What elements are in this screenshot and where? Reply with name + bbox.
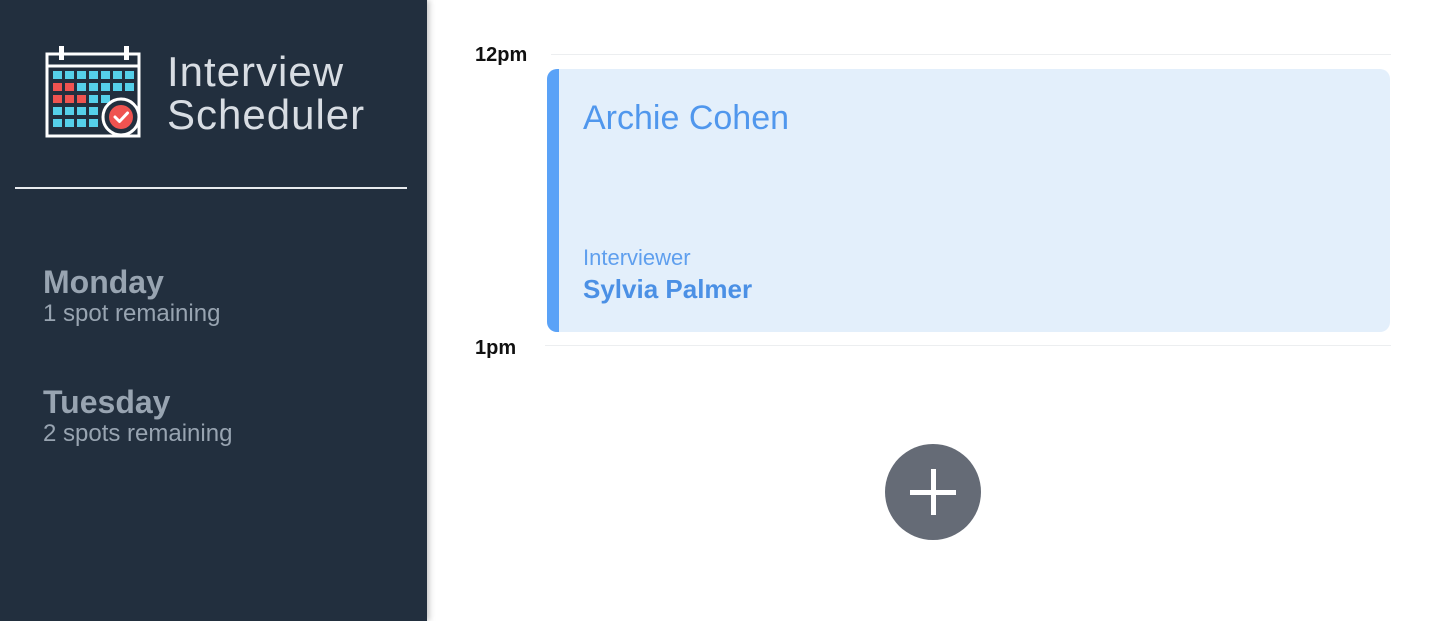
sidebar-item-tuesday[interactable]: Tuesday 2 spots remaining	[43, 384, 232, 448]
day-spots: 1 spot remaining	[43, 300, 221, 327]
time-divider	[545, 345, 1391, 346]
interviewer-name: Sylvia Palmer	[583, 274, 753, 304]
interviewer-label: Interviewer	[583, 245, 691, 270]
appointment-card[interactable]: Archie Cohen Interviewer Sylvia Palmer	[547, 69, 1390, 332]
time-divider	[551, 54, 1391, 55]
day-spots: 2 spots remaining	[43, 420, 233, 447]
student-name: Archie Cohen	[583, 99, 790, 137]
app-title-line1: Interview	[167, 48, 345, 95]
schedule: 12pm Archie Cohen Interviewer Sylvia Pal…	[427, 0, 1434, 621]
add-appointment-button[interactable]	[885, 444, 981, 540]
app-title-line2: Scheduler	[167, 91, 366, 138]
day-name: Tuesday	[43, 384, 171, 420]
calendar-check-icon	[45, 46, 141, 138]
sidebar: Interview Scheduler Monday 1 spot remain…	[0, 0, 427, 621]
brand: Interview Scheduler	[45, 44, 364, 139]
sidebar-item-monday[interactable]: Monday 1 spot remaining	[43, 264, 220, 328]
appointment-accent-bar	[547, 69, 559, 332]
time-label-1pm: 1pm	[475, 337, 517, 359]
time-label-12pm: 12pm	[475, 44, 528, 66]
app-title: Interview Scheduler	[167, 50, 365, 136]
day-name: Monday	[43, 264, 164, 300]
sidebar-divider	[15, 187, 407, 189]
plus-icon	[910, 469, 956, 515]
